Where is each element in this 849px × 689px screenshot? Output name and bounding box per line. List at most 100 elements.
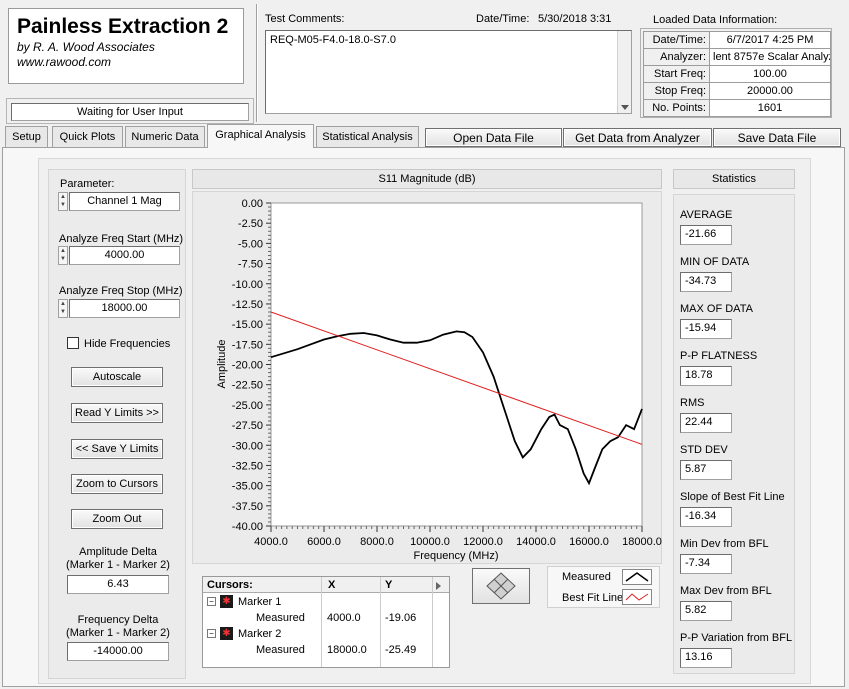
loaded-data-row: Stop Freq: 20000.00 (643, 82, 831, 100)
scroll-down-icon[interactable] (621, 105, 629, 110)
loaded-data-row: Start Freq: 100.00 (643, 65, 831, 83)
loaded-data-value: lent 8757e Scalar Analyz (709, 48, 831, 66)
freq-stop-label: Analyze Freq Stop (MHz) (59, 285, 183, 297)
freq-stop-spin-icon[interactable]: ▲ ▼ (58, 299, 68, 318)
y-axis-label: Amplitude (216, 340, 228, 389)
title-panel: Painless Extraction 2 by R. A. Wood Asso… (8, 8, 244, 84)
website: www.rawood.com (17, 55, 112, 69)
tab-statistical-analysis[interactable]: Statistical Analysis (316, 126, 419, 147)
datetime-label: Date/Time: (476, 13, 530, 25)
stat-label: Max Dev from BFL (680, 585, 772, 597)
chart-panel: 0.00 -2.50 -5.00 -7.50 -10.00 -12.50 -15.00 -17… (192, 191, 662, 564)
y-axis: 0.00 -2.50 -5.00 -7.50 -10.00 -12.50 -15.00 -17… (232, 198, 271, 533)
read-y-limits-button[interactable]: Read Y Limits >> (71, 403, 163, 423)
loaded-data-frame: Date/Time: 6/7/2017 4:25 PM Analyzer: lent … (640, 28, 832, 118)
chart-title: S11 Magnitude (dB) (192, 169, 662, 189)
y-tick-label: -32.50 (232, 460, 263, 472)
loaded-data-label: Date/Time: (643, 31, 710, 49)
stat-value: 18.78 (680, 366, 732, 386)
hide-frequencies-checkbox[interactable] (67, 337, 79, 349)
tab-numeric-data[interactable]: Numeric Data (125, 126, 205, 147)
status-text: Waiting for User Input (11, 103, 249, 121)
marker1-expander-icon[interactable]: − (207, 597, 216, 606)
y-tick-label: -27.50 (232, 420, 263, 432)
marker2-sub: Measured (256, 644, 305, 656)
freq-delta-label: Frequency Delta (Marker 1 - Marker 2) (66, 614, 170, 639)
loaded-data-row: No. Points: 1601 (643, 99, 831, 117)
comments-scrollbar[interactable] (617, 31, 631, 113)
chart-svg[interactable]: 0.00 -2.50 -5.00 -7.50 -10.00 -12.50 -15.00 -17… (193, 192, 663, 565)
x-tick-label: 12000.0 (463, 536, 503, 548)
open-data-file-button[interactable]: Open Data File (425, 128, 562, 147)
loaded-data-label: Analyzer: (643, 48, 710, 66)
x-tick-label: 16000.0 (569, 536, 609, 548)
comments-textarea[interactable]: REQ-M05-F4.0-18.0-S7.0 (265, 30, 632, 114)
loaded-data-title: Loaded Data Information: (653, 14, 778, 26)
loaded-data-row: Analyzer: lent 8757e Scalar Analyz (643, 48, 831, 66)
marker1-sub: Measured (256, 612, 305, 624)
cursors-header-x: X (328, 579, 336, 591)
loaded-data-label: No. Points: (643, 99, 710, 117)
freq-stop-input[interactable]: 18000.00 (69, 299, 180, 318)
zoom-to-cursors-button[interactable]: Zoom to Cursors (71, 474, 163, 494)
x-axis-label: Frequency (MHz) (414, 550, 499, 562)
x-tick-label: 10000.0 (410, 536, 450, 548)
marker2-x: 18000.0 (327, 644, 367, 656)
chart-legend: Measured Best Fit Line (547, 566, 660, 608)
autoscale-button[interactable]: Autoscale (71, 367, 163, 387)
y-tick-label: -17.50 (232, 339, 263, 351)
marker1-name: Marker 1 (238, 596, 282, 608)
y-tick-label: -22.50 (232, 380, 263, 392)
stat-label: RMS (680, 397, 705, 409)
stat-label: P-P FLATNESS (680, 350, 758, 362)
stat-label: MAX OF DATA (680, 303, 753, 315)
comments-text: REQ-M05-F4.0-18.0-S7.0 (270, 34, 396, 46)
stat-label: Min Dev from BFL (680, 538, 769, 550)
y-tick-label: -15.00 (232, 319, 263, 331)
save-data-file-button[interactable]: Save Data File (713, 128, 841, 147)
stat-value: 5.87 (680, 460, 732, 480)
stat-value: -34.73 (680, 272, 732, 292)
stat-label: MIN OF DATA (680, 256, 750, 268)
legend-bestfit-label: Best Fit Line (562, 592, 624, 604)
stat-value: 5.82 (680, 601, 732, 621)
graph-pan-button[interactable] (472, 568, 530, 604)
status-frame: Waiting for User Input (6, 98, 254, 124)
parameter-spin-icon[interactable]: ▲ ▼ (58, 192, 68, 211)
stat-label: STD DEV (680, 444, 728, 456)
stat-value: -21.66 (680, 225, 732, 245)
stat-value: -16.34 (680, 507, 732, 527)
zoom-out-button[interactable]: Zoom Out (71, 509, 163, 529)
marker2-name: Marker 2 (238, 628, 282, 640)
marker2-icon: ✱ (220, 627, 233, 640)
stat-value: 13.16 (680, 648, 732, 668)
y-tick-label: -12.50 (232, 299, 263, 311)
stat-value: -7.34 (680, 554, 732, 574)
save-y-limits-button[interactable]: << Save Y Limits (71, 439, 163, 459)
get-data-from-analyzer-button[interactable]: Get Data from Analyzer (563, 128, 712, 147)
x-tick-label: 18000.0 (622, 536, 662, 548)
y-tick-label: -10.00 (232, 279, 263, 291)
stat-label: AVERAGE (680, 209, 733, 221)
freq-start-spin-icon[interactable]: ▲ ▼ (58, 246, 68, 265)
parameter-label: Parameter: (60, 178, 115, 190)
y-tick-label: -7.50 (238, 259, 263, 271)
y-tick-label: -37.50 (232, 501, 263, 513)
stat-label: P-P Variation from BFL (680, 632, 793, 644)
marker2-y: -25.49 (385, 644, 417, 656)
cursors-scroll-arrow-icon[interactable] (436, 582, 441, 590)
y-tick-label: -25.00 (232, 400, 263, 412)
tab-graphical-analysis[interactable]: Graphical Analysis (207, 124, 314, 148)
freq-start-input[interactable]: 4000.00 (69, 246, 180, 265)
cursors-table[interactable]: Cursors: X Y − ✱ Marker 1 Measured 4000.… (202, 576, 450, 668)
loaded-data-value: 1601 (709, 99, 831, 117)
hide-frequencies-label: Hide Frequencies (84, 338, 171, 350)
tab-quick-plots[interactable]: Quick Plots (52, 126, 123, 147)
parameter-select[interactable]: Channel 1 Mag (69, 192, 180, 211)
x-axis: 4000.0 6000.0 8000.0 10000.0 12000.0 14000.0 1… (254, 526, 662, 548)
comments-label: Test Comments: (265, 13, 345, 25)
y-tick-label: -40.00 (232, 521, 263, 533)
stat-value: 22.44 (680, 413, 732, 433)
marker2-expander-icon[interactable]: − (207, 629, 216, 638)
tab-setup[interactable]: Setup (5, 126, 48, 147)
